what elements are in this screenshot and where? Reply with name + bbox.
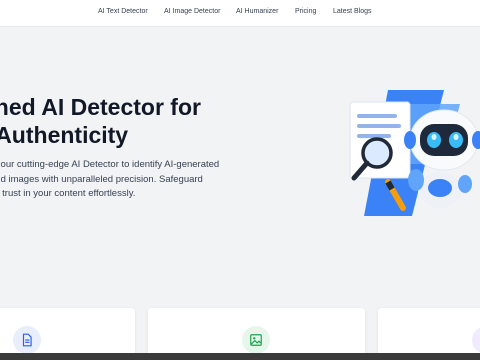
- image-icon: [250, 334, 262, 346]
- hero-title-line: t Authenticity: [0, 122, 129, 148]
- hero-description-line: and images with unparalleled precision. …: [0, 173, 203, 185]
- window-bottom-edge: [0, 353, 480, 360]
- hero-title: ched AI Detector for t Authenticity: [0, 93, 322, 149]
- card-icon-circle: [13, 326, 41, 354]
- card-icon-circle: [242, 326, 270, 354]
- nav-link-latest-blogs[interactable]: Latest Blogs: [333, 8, 372, 15]
- nav-link-pricing[interactable]: Pricing: [295, 8, 316, 15]
- nav-link-ai-text-detector[interactable]: AI Text Detector: [98, 8, 148, 15]
- nav-link-ai-humanizer[interactable]: AI Humanizer: [236, 8, 278, 15]
- hero-description-line: of our cutting-edge AI Detector to ident…: [0, 159, 220, 170]
- hero-description-line: ild trust in your content effortlessly.: [0, 188, 136, 199]
- hero-description: of our cutting-edge AI Detector to ident…: [0, 158, 250, 202]
- hero-title-line: ched AI Detector for: [0, 94, 201, 120]
- top-navigation: AI Text Detector AI Image Detector AI Hu…: [0, 0, 480, 27]
- nav-link-ai-image-detector[interactable]: AI Image Detector: [164, 8, 220, 15]
- card-icon-circle: [472, 326, 480, 354]
- document-icon: [22, 333, 32, 347]
- robot-detective-illustration: [349, 90, 480, 216]
